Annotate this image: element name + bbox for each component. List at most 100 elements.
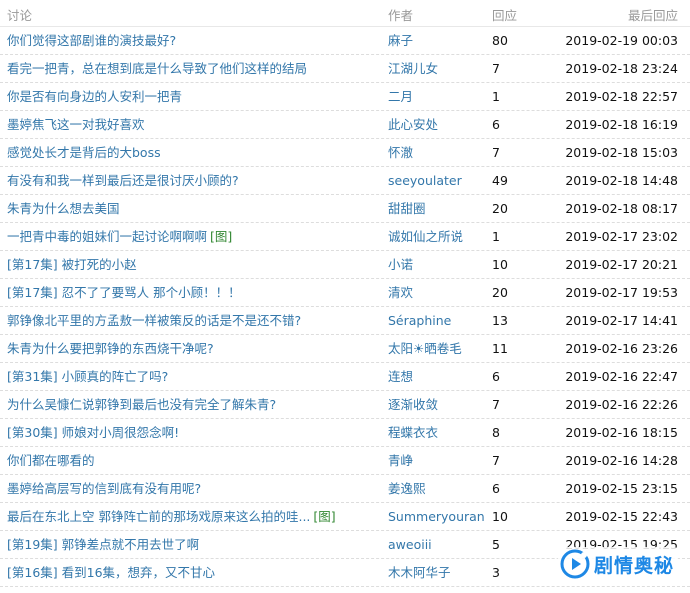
last-reply-time: 2019-02-15 22:43: [565, 509, 678, 524]
last-reply-time: 2019-02-15 23:15: [565, 481, 678, 496]
reply-count: 13: [492, 313, 508, 328]
author-link[interactable]: 此心安处: [388, 117, 438, 132]
reply-count: 6: [492, 481, 500, 496]
author-link[interactable]: 青峥: [388, 453, 413, 468]
topic-link[interactable]: 朱青为什么想去美国: [7, 201, 120, 216]
author-link[interactable]: 清欢: [388, 285, 413, 300]
topic-link[interactable]: 看完一把青，总在想到底是什么导致了他们这样的结局: [7, 61, 307, 76]
author-link[interactable]: 二月: [388, 89, 413, 104]
topic-link[interactable]: [第17集] 忍不了了要骂人 那个小顾！！！: [7, 285, 241, 300]
table-row: [第17集] 被打死的小赵 小诺 10 2019-02-17 20:21: [0, 251, 690, 279]
topic-link[interactable]: 墨婷焦飞这一对我好喜欢: [7, 117, 145, 132]
topic-title: [第17集] 忍不了了要骂人 那个小顾！！！: [7, 285, 241, 300]
last-reply-time: 2019-02-18 22:57: [565, 89, 678, 104]
last-reply-time: 2019-02-17 20:21: [565, 257, 678, 272]
topic-title: [第31集] 小顾真的阵亡了吗?: [7, 369, 169, 384]
reply-count: 7: [492, 453, 500, 468]
topic-link[interactable]: [第31集] 小顾真的阵亡了吗?: [7, 369, 168, 384]
reply-count: 20: [492, 201, 508, 216]
author-link[interactable]: Summeryouran: [388, 509, 485, 524]
topic-link[interactable]: [第17集] 被打死的小赵: [7, 257, 137, 272]
last-reply-time: 2019-02-18 08:17: [565, 201, 678, 216]
topic-title: 墨婷焦飞这一对我好喜欢: [7, 117, 145, 132]
last-reply-time: 2019-02-16 22:47: [565, 369, 678, 384]
topic-link[interactable]: 为什么吴慷仁说郭铮到最后也没有完全了解朱青?: [7, 397, 276, 412]
author-link[interactable]: 姜逸熙: [388, 481, 426, 496]
author-link[interactable]: 逐渐收敛: [388, 397, 438, 412]
topic-link[interactable]: 郭铮像北平里的方孟敖一样被策反的话是不是还不错?: [7, 313, 301, 328]
topic-link[interactable]: 一把青中毒的姐妹们一起讨论啊啊啊 [图]: [7, 229, 232, 244]
last-reply-time: 2019-02-16 14:28: [565, 453, 678, 468]
reply-count: 6: [492, 369, 500, 384]
table-row: 墨婷焦飞这一对我好喜欢 此心安处 6 2019-02-18 16:19: [0, 111, 690, 139]
table-row: 你们都在哪看的 青峥 7 2019-02-16 14:28: [0, 447, 690, 475]
last-reply-time: 2019-02-19 00:03: [565, 33, 678, 48]
topic-link[interactable]: 最后在东北上空 郭铮阵亡前的那场戏原来这么拍的哇... [图]: [7, 509, 336, 524]
reply-count: 5: [492, 537, 500, 552]
table-row: 你是否有向身边的人安利一把青 二月 1 2019-02-18 22:57: [0, 83, 690, 111]
topic-title: 一把青中毒的姐妹们一起讨论啊啊啊: [7, 229, 208, 244]
header-replies: 回应: [492, 8, 518, 23]
reply-count: 10: [492, 509, 508, 524]
author-link[interactable]: 小诺: [388, 257, 413, 272]
author-link[interactable]: 太阳☀晒卷毛: [388, 341, 462, 356]
discussion-list: 你们觉得这部剧谁的演技最好? 麻子 80 2019-02-19 00:03 看完一把青，…: [0, 27, 690, 587]
header-last-reply: 最后回应: [627, 8, 678, 23]
topic-link[interactable]: 你们觉得这部剧谁的演技最好?: [7, 33, 176, 48]
author-link[interactable]: Séraphine: [388, 313, 451, 328]
topic-title: 你们都在哪看的: [7, 453, 95, 468]
last-reply-time: 2019-02-18 14:48: [565, 173, 678, 188]
topic-link[interactable]: 朱青为什么要把郭铮的东西烧干净呢?: [7, 341, 214, 356]
last-reply-time: 2019-02-16 18:15: [565, 425, 678, 440]
table-row: 墨婷给高层写的信到底有没有用呢? 姜逸熙 6 2019-02-15 23:15: [0, 475, 690, 503]
table-row: 有没有和我一样到最后还是很讨厌小顾的? seeyoulater 49 2019-02-…: [0, 167, 690, 195]
topic-link[interactable]: 你是否有向身边的人安利一把青: [7, 89, 182, 104]
topic-title: 看完一把青，总在想到底是什么导致了他们这样的结局: [7, 61, 308, 76]
table-row: 朱青为什么要把郭铮的东西烧干净呢? 太阳☀晒卷毛 11 2019-02-16 23:2…: [0, 335, 690, 363]
topic-link[interactable]: 墨婷给高层写的信到底有没有用呢?: [7, 481, 201, 496]
table-row: 一把青中毒的姐妹们一起讨论啊啊啊 [图] 诚如仙之所说 1 2019-02-17 23:…: [0, 223, 690, 251]
author-link[interactable]: 麻子: [388, 33, 413, 48]
table-row: 郭铮像北平里的方孟敖一样被策反的话是不是还不错? Séraphine 13 2019-…: [0, 307, 690, 335]
topic-link[interactable]: [第19集] 郭铮差点就不用去世了啊: [7, 537, 199, 552]
topic-title: 朱青为什么想去美国: [7, 201, 120, 216]
reply-count: 6: [492, 117, 500, 132]
topic-title: [第17集] 被打死的小赵: [7, 257, 137, 272]
reply-count: 1: [492, 229, 500, 244]
topic-link[interactable]: 你们都在哪看的: [7, 453, 95, 468]
watermark-text: 剧情奥秘: [593, 554, 674, 577]
topic-link[interactable]: 有没有和我一样到最后还是很讨厌小顾的?: [7, 173, 239, 188]
table-row: [第31集] 小顾真的阵亡了吗? 连想 6 2019-02-16 22:47: [0, 363, 690, 391]
last-reply-time: 2019-02-16 23:26: [565, 341, 678, 356]
topic-title: 你们觉得这部剧谁的演技最好?: [7, 33, 177, 48]
topic-link[interactable]: [第16集] 看到16集，想弃，又不甘心: [7, 565, 215, 580]
author-link[interactable]: 木木阿华子: [388, 565, 451, 580]
reply-count: 11: [492, 341, 508, 356]
reply-count: 1: [492, 89, 500, 104]
topic-link[interactable]: [第30集] 师娘对小周很怨念啊!: [7, 425, 179, 440]
reply-count: 7: [492, 145, 500, 160]
author-link[interactable]: 诚如仙之所说: [388, 229, 463, 244]
play-logo-icon: [560, 549, 590, 579]
last-reply-time: 2019-02-17 14:41: [565, 313, 678, 328]
topic-title: [第19集] 郭铮差点就不用去世了啊: [7, 537, 200, 552]
image-tag: [图]: [210, 229, 233, 244]
topic-title: [第30集] 师娘对小周很怨念啊!: [7, 425, 180, 440]
author-link[interactable]: 甜甜圈: [388, 201, 426, 216]
author-link[interactable]: seeyoulater: [388, 173, 462, 188]
reply-count: 3: [492, 565, 500, 580]
reply-count: 7: [492, 61, 500, 76]
topic-link[interactable]: 感觉处长才是背后的大boss: [7, 145, 161, 160]
table-row: 你们觉得这部剧谁的演技最好? 麻子 80 2019-02-19 00:03: [0, 27, 690, 55]
topic-title: 有没有和我一样到最后还是很讨厌小顾的?: [7, 173, 239, 188]
author-link[interactable]: 江湖儿女: [388, 61, 438, 76]
last-reply-time: 2019-02-18 16:19: [565, 117, 678, 132]
author-link[interactable]: 连想: [388, 369, 413, 384]
author-link[interactable]: aweoiii: [388, 537, 432, 552]
author-link[interactable]: 程蝶衣衣: [388, 425, 438, 440]
author-link[interactable]: 怀澈: [388, 145, 413, 160]
table-row: 最后在东北上空 郭铮阵亡前的那场戏原来这么拍的哇... [图] Summeryour…: [0, 503, 690, 531]
topic-title: 为什么吴慷仁说郭铮到最后也没有完全了解朱青?: [7, 397, 277, 412]
table-row: 感觉处长才是背后的大boss 怀澈 7 2019-02-18 15:03: [0, 139, 690, 167]
image-tag: [图]: [313, 509, 336, 524]
